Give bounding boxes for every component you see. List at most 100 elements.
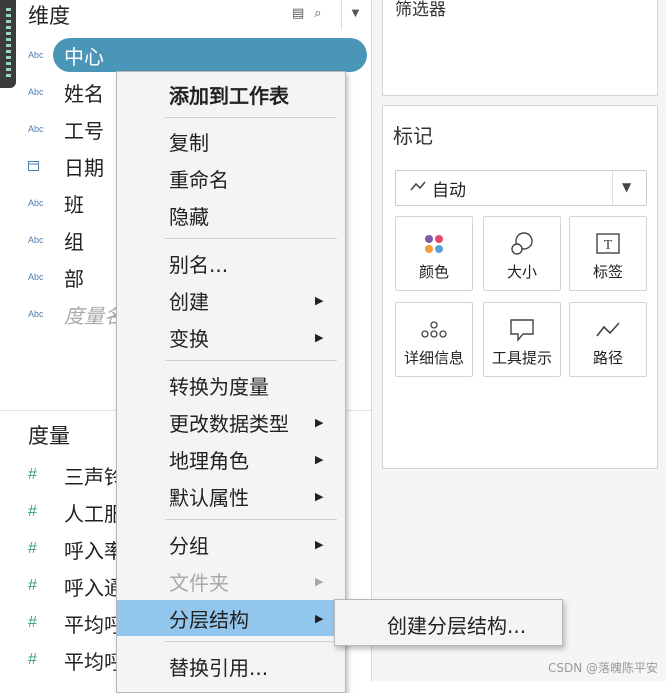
- measure-row[interactable]: # 呼入通: [28, 570, 124, 602]
- size-icon: [509, 231, 535, 257]
- chevron-down-icon[interactable]: ▼: [622, 180, 631, 194]
- watermark: CSDN @落魄陈平安: [548, 661, 659, 675]
- string-type-icon: Abc: [28, 50, 44, 60]
- string-type-icon: Abc: [28, 124, 44, 134]
- field-name: 人工服: [64, 501, 124, 526]
- submenu-arrow-icon: ▶: [315, 611, 324, 625]
- submenu-arrow-icon: ▶: [315, 452, 324, 466]
- detail-button[interactable]: 详细信息: [395, 302, 473, 377]
- field-name: 呼入率: [64, 538, 124, 563]
- submenu-arrow-icon: ▶: [315, 537, 324, 551]
- string-type-icon: Abc: [28, 309, 44, 319]
- field-row-shift[interactable]: Abc 班: [28, 187, 84, 219]
- field-name: 平均呼: [64, 649, 124, 674]
- menu-item-change-data-type[interactable]: 更改数据类型 ▶: [117, 404, 345, 440]
- menu-item-hierarchy[interactable]: 分层结构 ▶: [117, 600, 345, 636]
- line-mark-icon: [410, 180, 426, 196]
- dimensions-title: 维度: [28, 4, 70, 28]
- number-type-icon: #: [28, 540, 37, 557]
- path-button[interactable]: 路径: [569, 302, 647, 377]
- mark-type-label: 自动: [432, 180, 466, 201]
- menu-item-hide[interactable]: 隐藏: [117, 197, 345, 233]
- measure-row[interactable]: # 呼入率: [28, 533, 124, 565]
- field-row-date[interactable]: 日期: [28, 150, 104, 182]
- chevron-down-icon[interactable]: ▼: [352, 8, 360, 19]
- menu-item-group[interactable]: 分组 ▶: [117, 526, 345, 562]
- field-name: 度量名: [64, 303, 124, 328]
- measure-row[interactable]: # 三声铃: [28, 459, 124, 491]
- color-icon: [422, 231, 446, 257]
- field-name: 组: [64, 229, 84, 254]
- field-name: 工号: [64, 118, 104, 143]
- menu-separator: [165, 641, 337, 642]
- number-type-icon: #: [28, 503, 37, 520]
- menu-item-transform[interactable]: 变换 ▶: [117, 319, 345, 355]
- menu-item-create-hierarchy[interactable]: 创建分层结构...: [387, 610, 526, 639]
- field-row-measure-names[interactable]: Abc 度量名: [28, 298, 124, 330]
- field-name: 平均呼: [64, 612, 124, 637]
- path-icon: [595, 317, 621, 343]
- tooltip-icon: [509, 317, 535, 343]
- tooltip-button[interactable]: 工具提示: [483, 302, 561, 377]
- field-row-name[interactable]: Abc 姓名: [28, 76, 104, 108]
- string-type-icon: Abc: [28, 272, 44, 282]
- field-row-group[interactable]: Abc 组: [28, 224, 84, 256]
- menu-item-folder: 文件夹 ▶: [169, 570, 324, 595]
- menu-item-geographic-role[interactable]: 地理角色 ▶: [117, 441, 345, 477]
- measure-row[interactable]: # 人工服: [28, 496, 124, 528]
- menu-separator: [165, 238, 337, 239]
- menu-separator: [165, 117, 337, 118]
- label-button[interactable]: T 标签: [569, 216, 647, 291]
- measure-row[interactable]: # 平均呼: [28, 607, 124, 639]
- submenu-arrow-icon: ▶: [315, 574, 324, 588]
- measures-title: 度量: [28, 424, 70, 448]
- marks-label: 标记: [393, 124, 433, 148]
- submenu-arrow-icon: ▶: [315, 415, 324, 429]
- menu-item-alias[interactable]: 别名...: [117, 245, 345, 281]
- number-type-icon: #: [28, 614, 37, 631]
- filters-card[interactable]: 筛选器: [382, 0, 658, 96]
- submenu-arrow-icon: ▶: [315, 330, 324, 344]
- color-button[interactable]: 颜色: [395, 216, 473, 291]
- menu-item-convert-to-measure[interactable]: 转换为度量: [117, 367, 345, 403]
- field-row-center[interactable]: Abc 中心: [28, 38, 367, 72]
- menu-item-add-to-sheet[interactable]: 添加到工作表: [117, 76, 345, 112]
- measure-row[interactable]: # 平均呼: [28, 644, 124, 676]
- menu-item-replace-references[interactable]: 替换引用...: [117, 648, 345, 684]
- calendar-icon: [28, 160, 58, 173]
- menu-separator: [165, 360, 337, 361]
- number-type-icon: #: [28, 577, 37, 594]
- detail-icon: [420, 317, 448, 343]
- marks-card: 标记 自动 ▼ 颜色 大小 T 标签 详细信息 工具提示 路径: [382, 105, 658, 469]
- hierarchy-submenu: 创建分层结构...: [334, 599, 563, 646]
- field-name: 呼入通: [64, 575, 124, 600]
- field-name: 三声铃: [64, 464, 124, 489]
- size-button[interactable]: 大小: [483, 216, 561, 291]
- field-name: 班: [64, 192, 84, 217]
- context-menu: 添加到工作表 复制 重命名 隐藏 别名... 创建 ▶ 变换 ▶ 转换为度量 更…: [116, 71, 346, 693]
- menu-separator: [165, 519, 337, 520]
- string-type-icon: Abc: [28, 198, 44, 208]
- number-type-icon: #: [28, 466, 37, 483]
- menu-item-rename[interactable]: 重命名: [117, 160, 345, 196]
- label-icon: T: [595, 231, 621, 257]
- menu-item-create[interactable]: 创建 ▶: [117, 282, 345, 318]
- view-list-icon[interactable]: ▤: [292, 6, 304, 21]
- menu-item-default-properties[interactable]: 默认属性 ▶: [117, 478, 345, 514]
- field-row-department[interactable]: Abc 部: [28, 261, 84, 293]
- filters-label: 筛选器: [395, 0, 446, 20]
- svg-text:T: T: [604, 238, 613, 253]
- mark-type-dropdown[interactable]: 自动 ▼: [395, 170, 647, 206]
- scroll-thumbnail: [0, 0, 16, 88]
- submenu-arrow-icon: ▶: [315, 489, 324, 503]
- dimensions-header-tools: ▤ ⌕ ▼: [292, 0, 360, 30]
- field-row-employee-id[interactable]: Abc 工号: [28, 113, 104, 145]
- submenu-arrow-icon: ▶: [315, 293, 324, 307]
- field-name: 部: [64, 266, 84, 291]
- field-name: 日期: [64, 155, 104, 180]
- number-type-icon: #: [28, 651, 37, 668]
- search-icon[interactable]: ⌕: [314, 6, 321, 21]
- field-name: 姓名: [64, 81, 104, 106]
- string-type-icon: Abc: [28, 235, 44, 245]
- menu-item-copy[interactable]: 复制: [117, 123, 345, 159]
